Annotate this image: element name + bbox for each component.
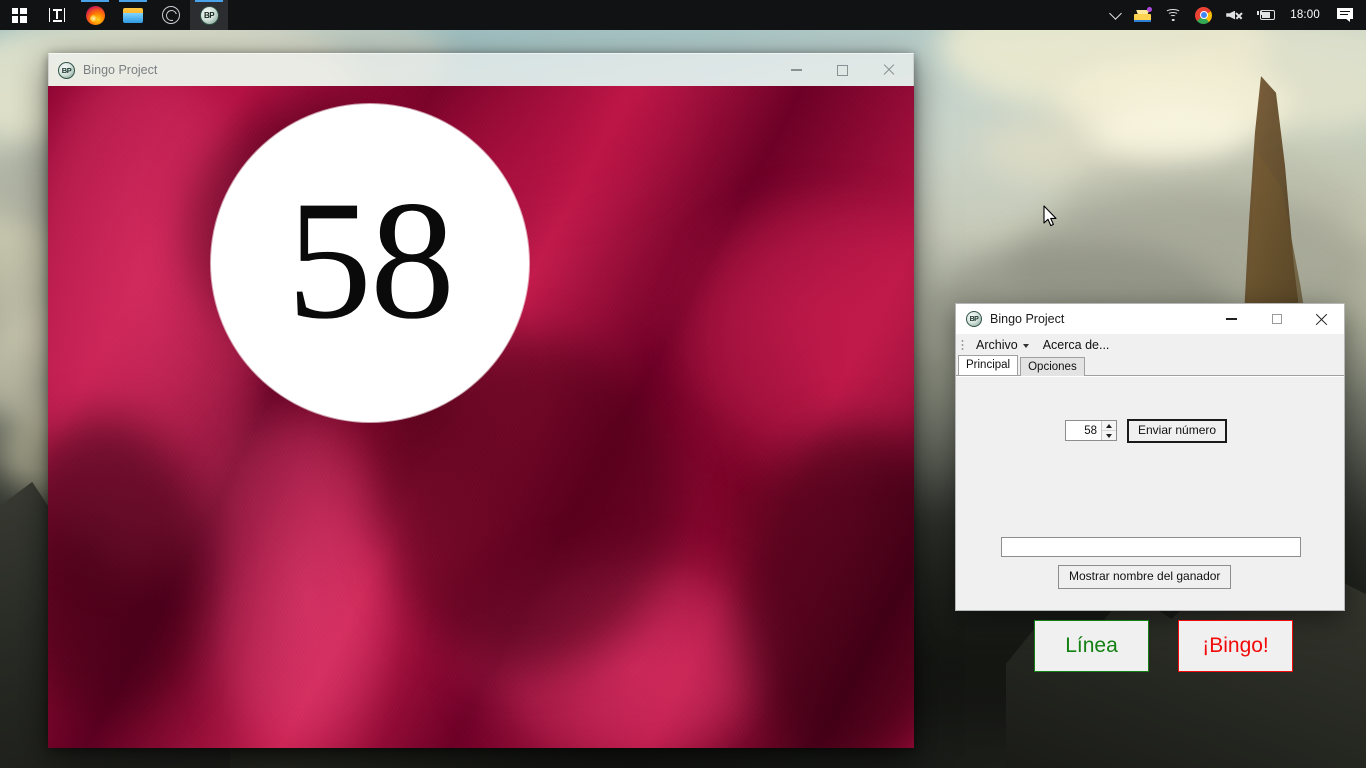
dialog-minimize-button[interactable] <box>1209 304 1254 334</box>
system-tray: 18:00 <box>1104 0 1366 30</box>
wifi-icon <box>1165 8 1182 22</box>
dialog-maximize-button[interactable] <box>1254 304 1299 334</box>
taskbar-obs[interactable] <box>152 0 190 30</box>
battery-charging-icon <box>1257 9 1277 21</box>
dialog-tabs: Principal Opciones <box>956 355 1344 376</box>
dialog-close-button[interactable] <box>1299 304 1344 334</box>
cloud <box>1090 100 1250 160</box>
chevron-down-icon <box>1022 344 1029 348</box>
tab-opciones[interactable]: Opciones <box>1020 357 1085 376</box>
bingo-button[interactable]: ¡Bingo! <box>1178 620 1293 672</box>
tab-opciones-label: Opciones <box>1028 361 1077 373</box>
winner-name-input[interactable] <box>1001 537 1301 557</box>
taskbar-clock[interactable]: 18:00 <box>1284 9 1330 21</box>
number-spinner[interactable]: 58 <box>1065 420 1117 442</box>
drawn-number-value: 58 <box>287 166 455 354</box>
window-titlebar[interactable]: BP Bingo Project <box>48 53 914 86</box>
drawn-number-circle: 58 <box>211 104 529 422</box>
menu-item-acerca-de-label: Acerca de... <box>1042 338 1110 352</box>
bingo-display-window: BP Bingo Project 58 <box>48 53 914 748</box>
bingo-project-icon: BP <box>58 61 75 79</box>
close-icon <box>1315 313 1328 326</box>
dialog-body-principal: 58 Enviar número Mostrar nombre del gana… <box>956 376 1344 672</box>
chevron-up-icon <box>1106 423 1112 428</box>
action-center-button[interactable] <box>1330 0 1360 30</box>
minimize-icon <box>790 69 802 71</box>
send-number-button[interactable]: Enviar número <box>1127 419 1228 443</box>
menubar-grip-handle[interactable] <box>960 338 966 352</box>
firefox-icon <box>85 5 105 25</box>
menu-item-archivo-label: Archivo <box>976 338 1018 352</box>
tray-volume-button[interactable] <box>1219 0 1250 30</box>
start-button[interactable] <box>0 0 38 30</box>
bingo-project-icon: BP <box>966 311 982 327</box>
maximize-icon <box>1271 314 1282 324</box>
spinner-decrement-button[interactable] <box>1102 430 1116 440</box>
number-spinner-value[interactable]: 58 <box>1066 421 1101 440</box>
send-number-row: 58 Enviar número <box>1065 419 1228 443</box>
window-title: Bingo Project <box>83 63 158 77</box>
tray-expand-button[interactable] <box>1104 0 1127 30</box>
close-button[interactable] <box>865 54 913 87</box>
close-icon <box>883 64 895 76</box>
tab-principal[interactable]: Principal <box>958 355 1019 375</box>
spinner-increment-button[interactable] <box>1102 421 1116 430</box>
tray-battery-button[interactable] <box>1250 0 1284 30</box>
chrome-icon <box>1195 6 1213 24</box>
tab-principal-label: Principal <box>966 359 1011 371</box>
maximize-button[interactable] <box>819 54 865 87</box>
taskbar-bingo-project[interactable]: BP <box>190 0 228 30</box>
chevron-up-icon <box>1109 7 1123 20</box>
bingo-number-display: 58 <box>48 86 914 748</box>
bingo-control-window: BP Bingo Project Archivo Acerca de... Pr… <box>955 303 1345 672</box>
menu-item-archivo[interactable]: Archivo <box>969 336 1036 354</box>
task-view-button[interactable] <box>38 0 76 30</box>
windows-logo-icon <box>11 7 27 23</box>
dialog-title: Bingo Project <box>990 312 1065 326</box>
taskbar-file-explorer[interactable] <box>114 0 152 30</box>
minimize-button[interactable] <box>773 54 819 87</box>
number-spinner-arrows <box>1101 421 1116 441</box>
tray-chrome-button[interactable] <box>1188 0 1219 30</box>
window-controls <box>773 54 913 87</box>
tray-wifi-button[interactable] <box>1158 0 1188 30</box>
bingo-project-icon: BP <box>199 5 219 25</box>
taskbar: BP 18:00 <box>0 0 1366 30</box>
dialog-titlebar[interactable]: BP Bingo Project <box>956 304 1344 334</box>
task-view-icon <box>48 8 66 22</box>
show-winner-name-button[interactable]: Mostrar nombre del ganador <box>1058 565 1232 589</box>
dialog-menubar: Archivo Acerca de... <box>956 334 1344 356</box>
file-explorer-icon <box>123 7 143 23</box>
tray-inbox-button[interactable] <box>1127 0 1158 30</box>
taskbar-firefox[interactable] <box>76 0 114 30</box>
minimize-icon <box>1226 318 1237 320</box>
dialog-window-controls <box>1209 304 1344 334</box>
action-center-icon <box>1337 8 1353 22</box>
linea-button[interactable]: Línea <box>1034 620 1149 672</box>
claim-buttons-row: Línea ¡Bingo! <box>1034 620 1293 672</box>
obs-studio-icon <box>162 6 180 24</box>
chevron-down-icon <box>1106 433 1112 438</box>
speaker-muted-icon <box>1226 9 1243 22</box>
tray-inbox-icon <box>1134 7 1153 22</box>
maximize-icon <box>836 64 848 76</box>
menu-item-acerca-de[interactable]: Acerca de... <box>1036 336 1117 354</box>
